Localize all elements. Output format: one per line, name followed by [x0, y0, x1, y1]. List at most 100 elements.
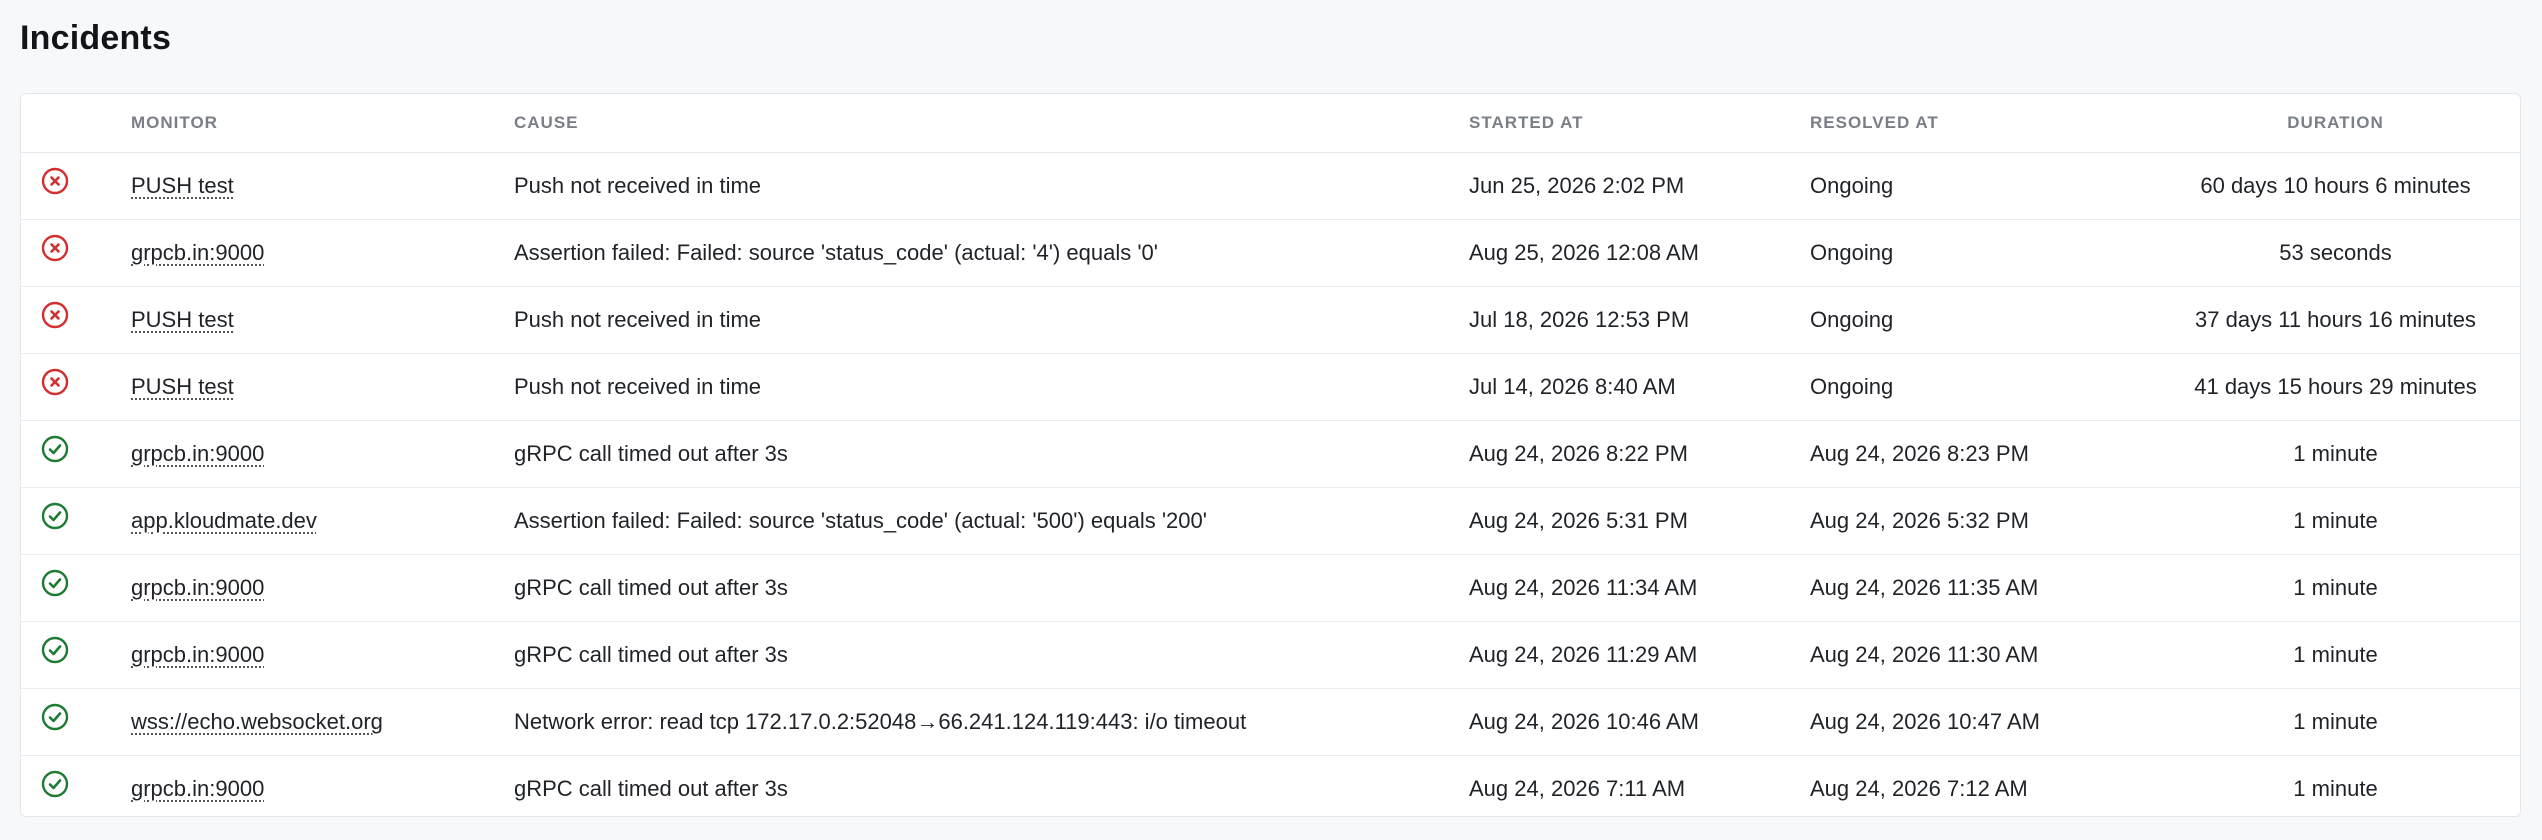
started-at-cell: Aug 24, 2026 8:22 PM — [1469, 420, 1810, 488]
duration-cell: 37 days 11 hours 16 minutes — [2151, 286, 2520, 354]
monitor-link[interactable]: grpcb.in:9000 — [131, 240, 264, 265]
incidents-page: Incidents Monitor Cause Started At Resol… — [0, 0, 2542, 840]
table-row[interactable]: wss://echo.websocket.org Network error: r… — [21, 688, 2520, 756]
monitor-cell: PUSH test — [131, 152, 514, 220]
monitor-cell: grpcb.in:9000 — [131, 420, 514, 488]
started-at-cell: Aug 25, 2026 12:08 AM — [1469, 219, 1810, 287]
monitor-link[interactable]: grpcb.in:9000 — [131, 575, 264, 600]
started-at-cell: Aug 24, 2026 11:34 AM — [1469, 554, 1810, 622]
incidents-table: Monitor Cause Started At Resolved At Dur… — [21, 94, 2520, 817]
resolved-at-cell: Aug 24, 2026 11:35 AM — [1810, 554, 2151, 622]
monitor-link[interactable]: wss://echo.websocket.org — [131, 709, 383, 734]
resolved-at-cell: Aug 24, 2026 5:32 PM — [1810, 487, 2151, 555]
started-at-cell: Jun 25, 2026 2:02 PM — [1469, 152, 1810, 220]
started-at-cell: Jul 14, 2026 8:40 AM — [1469, 353, 1810, 421]
status-cell — [21, 219, 131, 287]
table-row[interactable]: grpcb.in:9000 gRPC call timed out after 3… — [21, 554, 2520, 622]
duration-cell: 1 minute — [2151, 621, 2520, 689]
started-at-cell: Aug 24, 2026 7:11 AM — [1469, 776, 1686, 801]
x-circle-icon — [41, 234, 69, 262]
x-circle-icon — [41, 301, 69, 329]
monitor-cell: grpcb.in:9000 — [131, 621, 514, 689]
status-cell — [21, 688, 131, 756]
resolved-at-cell: Ongoing — [1810, 219, 2151, 287]
monitor-link[interactable]: PUSH test — [131, 173, 234, 198]
resolved-at-cell: Ongoing — [1810, 286, 2151, 354]
resolved-at-cell: Aug 24, 2026 8:23 PM — [1810, 420, 2151, 488]
cause-cell: Push not received in time — [514, 286, 1469, 354]
monitor-cell: PUSH test — [131, 286, 514, 354]
started-at-cell: Aug 24, 2026 5:31 PM — [1469, 487, 1810, 555]
monitor-cell: PUSH test — [131, 353, 514, 421]
duration-cell: 60 days 10 hours 6 minutes — [2151, 152, 2520, 220]
status-cell — [21, 554, 131, 622]
duration-cell: 41 days 15 hours 29 minutes — [2151, 353, 2520, 421]
table-row[interactable]: PUSH test Push not received in time Jun 25… — [21, 152, 2520, 220]
cause-cell: gRPC call timed out after 3s — [514, 776, 788, 801]
monitor-cell: wss://echo.websocket.org — [131, 688, 514, 756]
column-header-resolved-at: Resolved At — [1810, 94, 2151, 153]
cause-cell: gRPC call timed out after 3s — [514, 420, 1469, 488]
cause-cell: gRPC call timed out after 3s — [514, 554, 1469, 622]
resolved-at-cell: Ongoing — [1810, 152, 2151, 220]
table-row[interactable]: grpcb.in:9000 Assertion failed: Failed: s… — [21, 219, 2520, 287]
monitor-cell: app.kloudmate.dev — [131, 487, 514, 555]
column-header-started-at: Started At — [1469, 94, 1810, 153]
resolved-at-cell: Aug 24, 2026 11:30 AM — [1810, 621, 2151, 689]
resolved-at-cell: Aug 24, 2026 10:47 AM — [1810, 688, 2151, 756]
duration-cell: 1 minute — [2151, 420, 2520, 488]
monitor-link[interactable]: app.kloudmate.dev — [131, 508, 317, 533]
duration-cell: 1 minute — [2151, 554, 2520, 622]
column-header-monitor: Monitor — [131, 94, 514, 153]
duration-cell: 1 minute — [2151, 688, 2520, 756]
monitor-cell: grpcb.in:9000 — [131, 219, 514, 287]
check-circle-icon — [41, 636, 69, 664]
monitor-cell: grpcb.in:9000 — [131, 554, 514, 622]
check-circle-icon — [41, 770, 69, 798]
table-row[interactable]: grpcb.in:9000 gRPC call timed out after 3… — [21, 756, 2520, 817]
cause-cell: Push not received in time — [514, 152, 1469, 220]
table-row[interactable]: app.kloudmate.dev Assertion failed: Faile… — [21, 487, 2520, 555]
column-header-duration: Duration — [2151, 94, 2520, 153]
table-row[interactable]: grpcb.in:9000 gRPC call timed out after 3… — [21, 621, 2520, 689]
status-cell — [21, 286, 131, 354]
monitor-link[interactable]: grpcb.in:9000 — [131, 441, 264, 466]
table-row[interactable]: PUSH test Push not received in time Jul 14… — [21, 353, 2520, 421]
status-cell — [21, 621, 131, 689]
monitor-cell: grpcb.in:9000 — [131, 756, 514, 817]
cause-cell: Assertion failed: Failed: source 'status… — [514, 487, 1469, 555]
page-title: Incidents — [20, 19, 172, 57]
started-at-cell: Aug 24, 2026 10:46 AM — [1469, 688, 1810, 756]
status-cell — [21, 152, 131, 220]
resolved-at-cell: Ongoing — [1810, 353, 2151, 421]
column-header-status — [21, 94, 131, 153]
duration-cell: 53 seconds — [2151, 219, 2520, 287]
table-row[interactable]: grpcb.in:9000 gRPC call timed out after 3… — [21, 420, 2520, 488]
table-row[interactable]: PUSH test Push not received in time Jul 18… — [21, 286, 2520, 354]
check-circle-icon — [41, 569, 69, 597]
duration-cell: 1 minute — [2151, 487, 2520, 555]
table-header-row: Monitor Cause Started At Resolved At Dur… — [21, 94, 2520, 153]
check-circle-icon — [41, 502, 69, 530]
duration-cell: 1 minute — [2293, 776, 2378, 801]
check-circle-icon — [41, 703, 69, 731]
monitor-link[interactable]: grpcb.in:9000 — [131, 642, 264, 667]
x-circle-icon — [41, 368, 69, 396]
check-circle-icon — [41, 435, 69, 463]
incidents-card: Monitor Cause Started At Resolved At Dur… — [20, 93, 2521, 817]
x-circle-icon — [41, 167, 69, 195]
status-cell — [21, 353, 131, 421]
cause-cell: Assertion failed: Failed: source 'status… — [514, 219, 1469, 287]
resolved-at-cell: Aug 24, 2026 7:12 AM — [1810, 776, 2028, 801]
column-header-cause: Cause — [514, 94, 1469, 153]
status-cell — [21, 420, 131, 488]
started-at-cell: Aug 24, 2026 11:29 AM — [1469, 621, 1810, 689]
monitor-link[interactable]: PUSH test — [131, 307, 234, 332]
cause-cell: Network error: read tcp 172.17.0.2:52048… — [514, 688, 1469, 756]
status-cell — [21, 756, 131, 817]
started-at-cell: Jul 18, 2026 12:53 PM — [1469, 286, 1810, 354]
status-cell — [21, 487, 131, 555]
monitor-link[interactable]: grpcb.in:9000 — [131, 776, 264, 801]
monitor-link[interactable]: PUSH test — [131, 374, 234, 399]
cause-cell: gRPC call timed out after 3s — [514, 621, 1469, 689]
